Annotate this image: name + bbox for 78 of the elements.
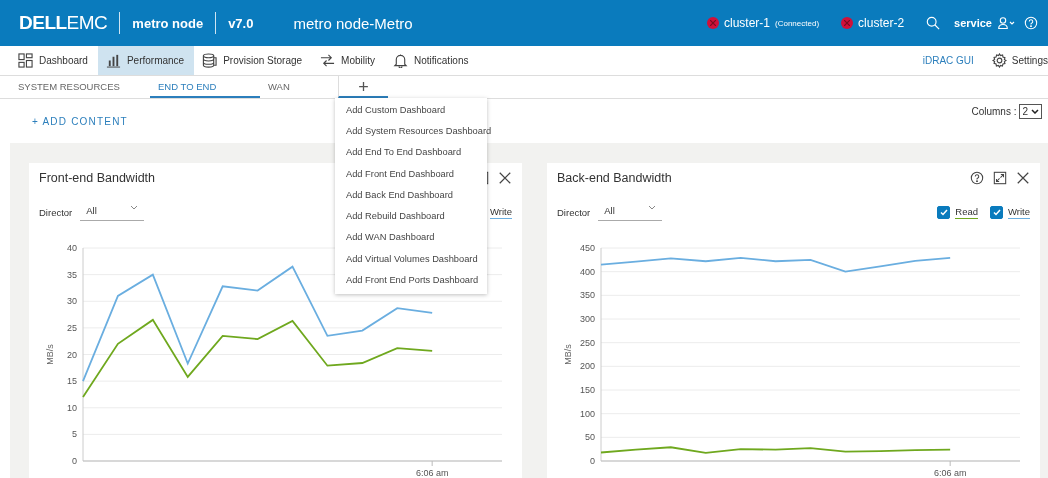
menu-item[interactable]: Add Front End Ports Dashboard <box>335 269 487 291</box>
sub-tab[interactable]: END TO END <box>150 76 260 98</box>
nav-tab[interactable]: Performance <box>97 46 195 75</box>
checkbox[interactable] <box>990 205 1003 219</box>
axis-tick-label: 6:06 am <box>415 468 449 478</box>
axis-tick-label: 400 <box>579 266 595 277</box>
nav-tab[interactable]: Mobility <box>312 46 385 75</box>
help-icon[interactable] <box>970 171 984 185</box>
idrac-link[interactable]: iDRAC GUI <box>922 55 974 66</box>
menu-item[interactable]: Add WAN Dashboard <box>335 226 487 249</box>
director-dropdown[interactable]: All <box>80 203 145 221</box>
bar-chart-icon <box>105 53 121 68</box>
axis-tick-label: 200 <box>579 361 595 372</box>
axis-tick-label: 30 <box>67 296 77 307</box>
grid-icon <box>18 53 33 68</box>
director-dropdown[interactable]: All <box>598 203 663 221</box>
legend-label[interactable]: Write <box>1008 205 1030 219</box>
axis-tick-label: 35 <box>67 269 77 280</box>
caret-icon <box>1031 108 1039 114</box>
axis-title: MB/s <box>563 344 573 365</box>
bell-icon <box>393 53 408 68</box>
settings-icon <box>991 53 1007 68</box>
nav-tab[interactable]: Notifications <box>385 46 479 75</box>
arrows-icon <box>320 53 336 68</box>
logo: DELLEMC <box>19 12 108 34</box>
axis-tick-label: 350 <box>579 290 595 301</box>
axis-tick-label: 40 <box>67 243 77 253</box>
axis-tick-label: 150 <box>579 385 595 395</box>
menu-item[interactable]: Add End To End Dashboard <box>335 141 487 163</box>
caret-icon <box>648 204 657 210</box>
axis-title: MB/s <box>45 344 55 365</box>
axis-tick-label: 100 <box>579 408 595 419</box>
close-icon[interactable] <box>498 171 512 185</box>
axis-tick-label: 0 <box>72 456 77 466</box>
close-icon[interactable] <box>1016 171 1030 185</box>
director-label: Director <box>39 206 73 218</box>
product-name: metro node <box>132 15 204 31</box>
axis-tick-label: 6:06 am <box>933 468 967 478</box>
nav-tab[interactable]: Provision Storage <box>194 46 313 75</box>
axis-tick-label: 20 <box>67 349 77 360</box>
axis-tick-label: 5 <box>72 429 77 440</box>
axis-tick-label: 0 <box>590 456 595 466</box>
sub-tab[interactable]: SYSTEM RESOURCES <box>10 76 150 98</box>
caret-icon <box>130 204 139 210</box>
cluster-name[interactable]: cluster-2 <box>858 16 905 30</box>
version-label: v7.0 <box>228 15 254 31</box>
axis-tick-label: 25 <box>67 322 77 333</box>
director-label: Director <box>557 206 591 218</box>
menu-item[interactable]: Add Front End Dashboard <box>335 162 487 185</box>
card-title: Back-end Bandwidth <box>557 171 672 185</box>
menu-item[interactable]: Add Rebuild Dashboard <box>335 205 487 227</box>
menu-item[interactable]: Add Back End Dashboard <box>335 184 487 206</box>
axis-tick-label: 50 <box>585 432 595 443</box>
system-name: metro node-Metro <box>293 14 413 32</box>
axis-tick-label: 10 <box>67 402 77 413</box>
axis-tick-label: 450 <box>579 243 595 253</box>
card-title: Front-end Bandwidth <box>39 171 156 185</box>
user-name[interactable]: service <box>954 17 992 29</box>
cluster-status: (Connected) <box>775 18 820 28</box>
menu-item[interactable]: Add Custom Dashboard <box>335 99 487 121</box>
sub-tab[interactable]: WAN <box>260 76 338 98</box>
add-content-link[interactable]: + ADD CONTENT <box>26 114 134 128</box>
cluster-name[interactable]: cluster-1 <box>724 16 770 30</box>
nav-tab[interactable]: Dashboard <box>10 46 98 75</box>
menu-item[interactable]: Add Virtual Volumes Dashboard <box>335 248 487 270</box>
legend-label[interactable]: Read <box>955 205 978 219</box>
checkbox[interactable] <box>937 205 951 219</box>
settings-menu[interactable]: Settings <box>983 46 1048 75</box>
legend-label[interactable]: Write <box>490 205 512 219</box>
expand-icon[interactable] <box>993 171 1007 185</box>
axis-tick-label: 300 <box>579 314 595 324</box>
search-icon[interactable] <box>926 16 941 30</box>
user-icon[interactable] <box>998 17 1016 29</box>
database-icon <box>202 53 218 68</box>
columns-select[interactable]: 2 <box>1019 103 1042 119</box>
axis-tick-label: 15 <box>67 376 77 387</box>
axis-tick-label: 250 <box>579 337 595 348</box>
columns-label: Columns : <box>971 105 1017 117</box>
